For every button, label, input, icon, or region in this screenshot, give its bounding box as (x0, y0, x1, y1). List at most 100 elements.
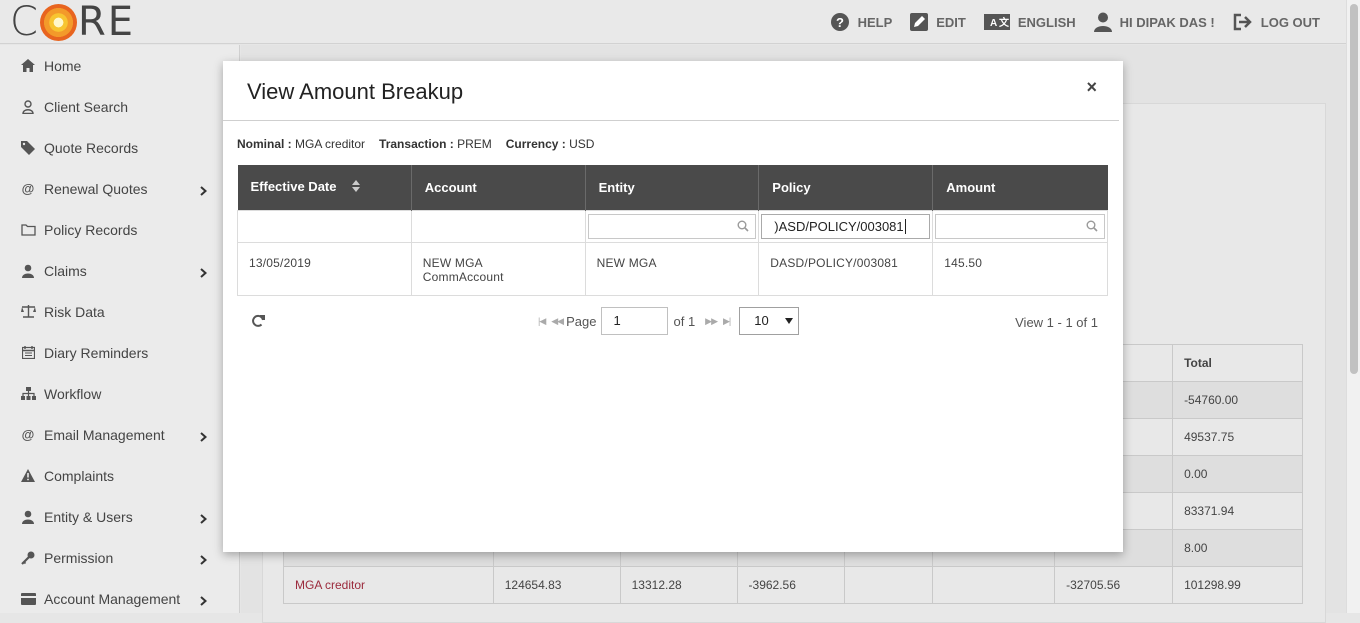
currency-value: USD (569, 137, 595, 151)
sidebar-item-label: Permission (44, 549, 114, 566)
sidebar-item-label: Policy Records (44, 221, 138, 238)
column-header-account[interactable]: Account (411, 165, 586, 210)
effective-date-cell: 13/05/2019 (237, 241, 412, 296)
sidebar-item-label: Renewal Quotes (44, 180, 148, 197)
sidebar-item-label: Quote Records (44, 139, 139, 156)
modal-title: View Amount Breakup (247, 79, 464, 104)
chevron-right-icon (200, 265, 208, 281)
sidebar-item-home[interactable]: Home (0, 45, 239, 86)
sitemap-icon (20, 387, 36, 400)
total-cell: -54760.00 (1172, 381, 1303, 419)
close-icon[interactable]: × (1086, 77, 1097, 98)
sidebar-item-label: Claims (44, 262, 87, 279)
page-number-input[interactable]: 1 (601, 307, 669, 335)
svg-text:A: A (990, 18, 997, 29)
scrollbar-thumb[interactable] (1350, 4, 1358, 374)
user-icon (20, 510, 36, 524)
warning-icon (20, 469, 36, 482)
policy-filter-input[interactable]: )ASD/POLICY/003081 (761, 213, 931, 239)
total-column-header: Total (1172, 344, 1303, 382)
sidebar-item-label: Complaints (44, 467, 115, 484)
search-icon (1086, 220, 1098, 235)
total-cell: 0.00 (1172, 455, 1303, 493)
folder-icon (20, 223, 36, 236)
sidebar-item-policy-records[interactable]: Policy Records (0, 209, 239, 250)
rows-per-page-select[interactable]: 10 (739, 307, 800, 335)
sidebar-item-label: Home (44, 57, 82, 74)
chevron-down-icon (785, 318, 794, 324)
sidebar-item-label: Entity & Users (44, 508, 133, 525)
sidebar-item-renewal-quotes[interactable]: @ Renewal Quotes (0, 168, 239, 209)
first-page-icon[interactable]: |◀ (538, 316, 546, 327)
sidebar-item-claims[interactable]: Claims (0, 250, 239, 291)
sidebar-item-label: Diary Reminders (44, 344, 149, 361)
nominal-link[interactable]: MGA creditor (283, 566, 494, 604)
core-logo[interactable]: C RE (10, 1, 135, 43)
language-icon: A文 (983, 14, 1010, 30)
at-icon: @ (21, 427, 35, 442)
sidebar-item-risk-data[interactable]: Risk Data (0, 291, 239, 332)
last-page-icon[interactable]: ▶| (723, 316, 731, 327)
column-header-amount[interactable]: Amount (932, 165, 1108, 210)
user-greeting[interactable]: HI DIPAK DAS ! (1093, 12, 1215, 32)
top-nav: ? HELP EDIT A文 ENGLISH HI DIPAK DAS ! LO… (830, 0, 1320, 44)
view-records-text: View 1 - 1 of 1 (1015, 315, 1098, 330)
entity-filter-input[interactable] (587, 213, 757, 239)
total-cell: 83371.94 (1172, 492, 1303, 530)
search-icon (737, 220, 749, 235)
page-scrollbar[interactable] (1346, 0, 1360, 613)
chevron-right-icon (200, 511, 208, 527)
next-page-icon[interactable]: ▶▶ (705, 316, 718, 327)
sidebar-item-permission[interactable]: Permission (0, 537, 239, 578)
transaction-value: PREM (457, 137, 492, 151)
column-header-effective-date[interactable]: Effective Date (237, 165, 412, 210)
calendar-icon (20, 346, 36, 359)
sidebar-item-email-management[interactable]: @ Email Management (0, 414, 239, 455)
svg-text:?: ? (836, 15, 844, 30)
entity-cell: NEW MGA (584, 241, 760, 296)
sidebar-item-label: Account Management (44, 590, 181, 607)
sidebar-item-label: Workflow (44, 385, 102, 402)
sort-icon[interactable] (352, 180, 361, 195)
chevron-right-icon (200, 552, 208, 568)
scale-icon (20, 305, 36, 318)
card-icon (20, 592, 36, 605)
table-row[interactable]: 13/05/2019 NEW MGA CommAccount NEW MGA D… (237, 241, 1108, 296)
sidebar-item-entity-users[interactable]: Entity & Users (0, 496, 239, 537)
account-cell: NEW MGA CommAccount (410, 241, 586, 296)
prev-page-icon[interactable]: ◀◀ (551, 316, 564, 327)
chevron-right-icon (200, 429, 208, 445)
at-icon: @ (21, 181, 35, 196)
key-icon (20, 551, 36, 565)
table-row: MGA creditor 124654.83 13312.28 -3962.56… (283, 566, 1303, 604)
logout-link[interactable]: LOG OUT (1233, 13, 1320, 31)
top-header: C RE ? HELP EDIT A文 ENGLISH HI DIPAK DAS… (0, 0, 1346, 44)
sidebar-item-label: Email Management (44, 426, 165, 443)
user-icon (20, 264, 36, 278)
breakup-grid: Effective Date Account Entity Policy Amo… (237, 165, 1108, 296)
edit-icon (910, 13, 929, 31)
total-cell: 8.00 (1172, 529, 1303, 567)
sidebar-item-label: Client Search (44, 98, 129, 115)
amount-cell: 145.50 (932, 241, 1108, 296)
logo-circle-icon (39, 3, 77, 41)
policy-cell: DASD/POLICY/003081 (758, 241, 934, 296)
sidebar-item-complaints[interactable]: Complaints (0, 455, 239, 496)
help-icon: ? (830, 12, 850, 32)
sidebar-item-diary-reminders[interactable]: Diary Reminders (0, 332, 239, 373)
chevron-right-icon (200, 183, 208, 199)
sidebar-item-workflow[interactable]: Workflow (0, 373, 239, 414)
sidebar: Home Client Search Quote Records @ Renewal Q… (0, 45, 240, 613)
sidebar-item-quote-records[interactable]: Quote Records (0, 127, 239, 168)
svg-text:文: 文 (999, 16, 1010, 29)
sidebar-item-client-search[interactable]: Client Search (0, 86, 239, 127)
column-header-policy[interactable]: Policy (758, 165, 934, 210)
help-link[interactable]: ? HELP (830, 12, 892, 32)
pager-controls: |◀ ◀◀ Page 1 of 1 ▶▶ ▶| 10 (535, 307, 800, 335)
language-link[interactable]: A文 ENGLISH (983, 14, 1076, 30)
total-cell: 49537.75 (1172, 418, 1303, 456)
refresh-icon[interactable] (251, 314, 265, 331)
amount-filter-input[interactable] (935, 213, 1105, 239)
edit-link[interactable]: EDIT (910, 13, 966, 31)
column-header-entity[interactable]: Entity (585, 165, 760, 210)
